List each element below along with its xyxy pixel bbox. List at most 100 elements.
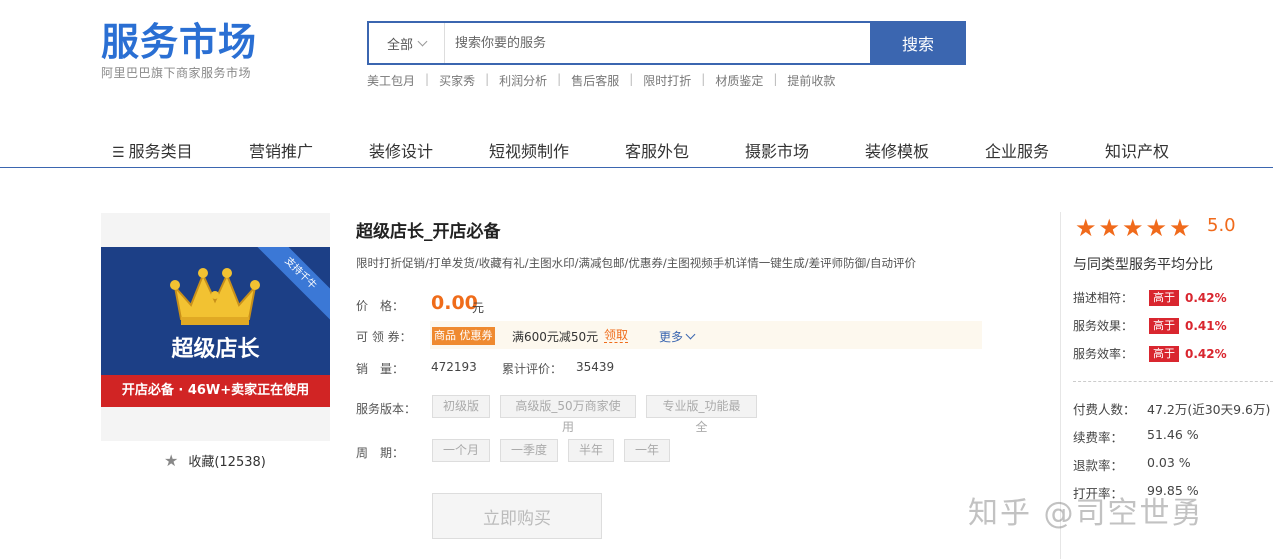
favorite-label: 收藏(12538) xyxy=(188,455,266,470)
banner-strip: 开店必备 · 46W+卖家正在使用 xyxy=(101,375,330,407)
search-input[interactable] xyxy=(445,23,870,63)
compare-title: 与同类型服务平均分比 xyxy=(1073,257,1213,273)
search-category-label: 全部 xyxy=(386,37,413,53)
star-icon: ★ xyxy=(1169,214,1191,242)
crown-icon xyxy=(170,268,260,325)
period-option[interactable]: 一个月 xyxy=(432,439,490,462)
hot-tag[interactable]: 限时打折 xyxy=(643,72,691,89)
product-title: 超级店长_开店必备 xyxy=(356,222,501,242)
nav-item-enterprise[interactable]: 企业服务 xyxy=(985,138,1049,162)
chevron-down-icon xyxy=(417,36,428,46)
product-description: 限时打折促销/打单发货/收藏有礼/主图水印/满减包邮/优惠券/主图视频手机详情一… xyxy=(356,256,916,270)
higher-badge: 高于 xyxy=(1149,317,1179,334)
metric-row: 描述相符： 高于 0.42% xyxy=(1073,289,1227,306)
stat-value: 51.46 % xyxy=(1147,427,1199,442)
version-option[interactable]: 高级版_50万商家使用 xyxy=(500,395,636,434)
coupon-label: 可 领 券： xyxy=(356,330,412,344)
coupon-text: 满600元减50元 xyxy=(512,330,599,344)
nav-item-templates[interactable]: 装修模板 xyxy=(865,138,929,162)
metric-value: 0.41% xyxy=(1185,318,1227,333)
nav-item-customer-service[interactable]: 客服外包 xyxy=(625,138,689,162)
metric-value: 0.42% xyxy=(1185,290,1227,305)
search-box: 全部 搜索 xyxy=(367,21,966,65)
product-banner: 支持千牛 超级店长 开店必备 · 46W+卖家正在使用 xyxy=(101,247,330,407)
stat-label: 续费率： xyxy=(1073,430,1124,445)
higher-badge: 高于 xyxy=(1149,289,1179,306)
divider: | xyxy=(557,72,562,86)
divider: | xyxy=(773,72,778,86)
price-unit: 元 xyxy=(472,301,485,315)
star-icon: ★ xyxy=(1075,214,1097,242)
divider: | xyxy=(485,72,490,86)
nav-item-ip[interactable]: 知识产权 xyxy=(1105,138,1169,162)
stat-value: 47.2万(近30天9.6万) xyxy=(1147,402,1271,417)
hot-tags: 美工包月 | 买家秀 | 利润分析 | 售后客服 | 限时打折 | 材质鉴定 | 提前收款 xyxy=(367,72,835,89)
version-label: 服务版本： xyxy=(356,402,417,416)
metric-row: 服务效率： 高于 0.42% xyxy=(1073,345,1227,362)
metric-value: 0.42% xyxy=(1185,346,1227,361)
nav-item-photography[interactable]: 摄影市场 xyxy=(745,138,809,162)
period-option[interactable]: 一年 xyxy=(624,439,670,462)
star-rating: ★ ★ ★ ★ ★ xyxy=(1075,216,1191,240)
coupon-row: 商品 优惠券 满600元减50元 领取 更多 xyxy=(430,321,982,349)
logo-text: 服务市场 xyxy=(101,20,258,64)
coupon-badge: 商品 优惠券 xyxy=(432,327,495,345)
star-icon: ★ xyxy=(1098,214,1121,242)
version-option[interactable]: 专业版_功能最全 xyxy=(646,395,757,434)
banner-title: 超级店长 xyxy=(171,337,260,362)
menu-icon: ☰ xyxy=(112,145,125,161)
buy-now-button[interactable]: 立即购买 xyxy=(432,493,602,539)
product-image[interactable]: 支持千牛 超级店长 开店必备 · 46W+卖家正在使用 xyxy=(101,213,330,441)
chevron-down-icon xyxy=(685,329,696,340)
nav-item-decoration-design[interactable]: 装修设计 xyxy=(369,138,433,162)
hot-tag[interactable]: 提前收款 xyxy=(787,72,835,89)
stat-label: 付费人数： xyxy=(1073,402,1136,417)
logo-subtitle: 阿里巴巴旗下商家服务市场 xyxy=(101,66,252,80)
star-icon: ★ xyxy=(164,451,179,470)
stat-value: 0.03 % xyxy=(1147,455,1191,470)
nav-item-short-video[interactable]: 短视频制作 xyxy=(489,138,569,162)
nav-item-label: 服务类目 xyxy=(128,142,193,161)
more-label: 更多 xyxy=(659,330,684,344)
divider: | xyxy=(425,72,430,86)
reviews-label: 累计评价： xyxy=(502,362,563,376)
divider xyxy=(1073,381,1273,382)
reviews-value: 35439 xyxy=(576,360,615,374)
hot-tag[interactable]: 售后客服 xyxy=(571,72,619,89)
price-value: 0.00 xyxy=(431,292,478,314)
stat-label: 退款率： xyxy=(1073,458,1124,473)
divider: | xyxy=(629,72,634,86)
sales-label: 销 量： xyxy=(356,362,405,376)
hot-tag[interactable]: 美工包月 xyxy=(367,72,415,89)
stat-row: 续费率： 51.46 % xyxy=(1073,427,1199,446)
divider: | xyxy=(701,72,706,86)
price-label: 价 格： xyxy=(356,299,405,313)
claim-coupon-link[interactable]: 领取 xyxy=(604,328,629,343)
main-nav: ☰ 服务类目 营销推广 装修设计 短视频制作 客服外包 摄影市场 装修模板 企业服… xyxy=(0,126,1273,168)
period-label: 周 期： xyxy=(356,446,405,460)
rating-score: 5.0 xyxy=(1207,215,1236,236)
period-option[interactable]: 半年 xyxy=(568,439,614,462)
metric-label: 描述相符： xyxy=(1073,291,1134,305)
hot-tag[interactable]: 利润分析 xyxy=(499,72,547,89)
logo[interactable]: 服务市场 阿里巴巴旗下商家服务市场 xyxy=(101,20,257,81)
stat-row: 退款率： 0.03 % xyxy=(1073,455,1191,474)
period-option[interactable]: 一季度 xyxy=(500,439,558,462)
metric-label: 服务效率： xyxy=(1073,347,1134,361)
version-option[interactable]: 初级版 xyxy=(432,395,490,418)
corner-ribbon: 支持千牛 xyxy=(249,247,330,325)
stat-row: 付费人数： 47.2万(近30天9.6万) xyxy=(1073,399,1270,418)
favorite-button[interactable]: ★ 收藏(12538) xyxy=(164,451,266,470)
higher-badge: 高于 xyxy=(1149,345,1179,362)
sales-value: 472193 xyxy=(431,360,477,374)
hot-tag[interactable]: 材质鉴定 xyxy=(715,72,763,89)
metric-row: 服务效果： 高于 0.41% xyxy=(1073,317,1227,334)
nav-item-marketing[interactable]: 营销推广 xyxy=(249,138,313,162)
watermark: 知乎 @司空世勇 xyxy=(968,496,1204,531)
more-coupons-link[interactable]: 更多 xyxy=(659,328,696,345)
nav-item-service-categories[interactable]: ☰ 服务类目 xyxy=(112,138,193,162)
search-button[interactable]: 搜索 xyxy=(870,21,966,65)
hot-tag[interactable]: 买家秀 xyxy=(439,72,475,89)
star-icon: ★ xyxy=(1122,214,1144,242)
search-category-select[interactable]: 全部 xyxy=(369,23,445,63)
